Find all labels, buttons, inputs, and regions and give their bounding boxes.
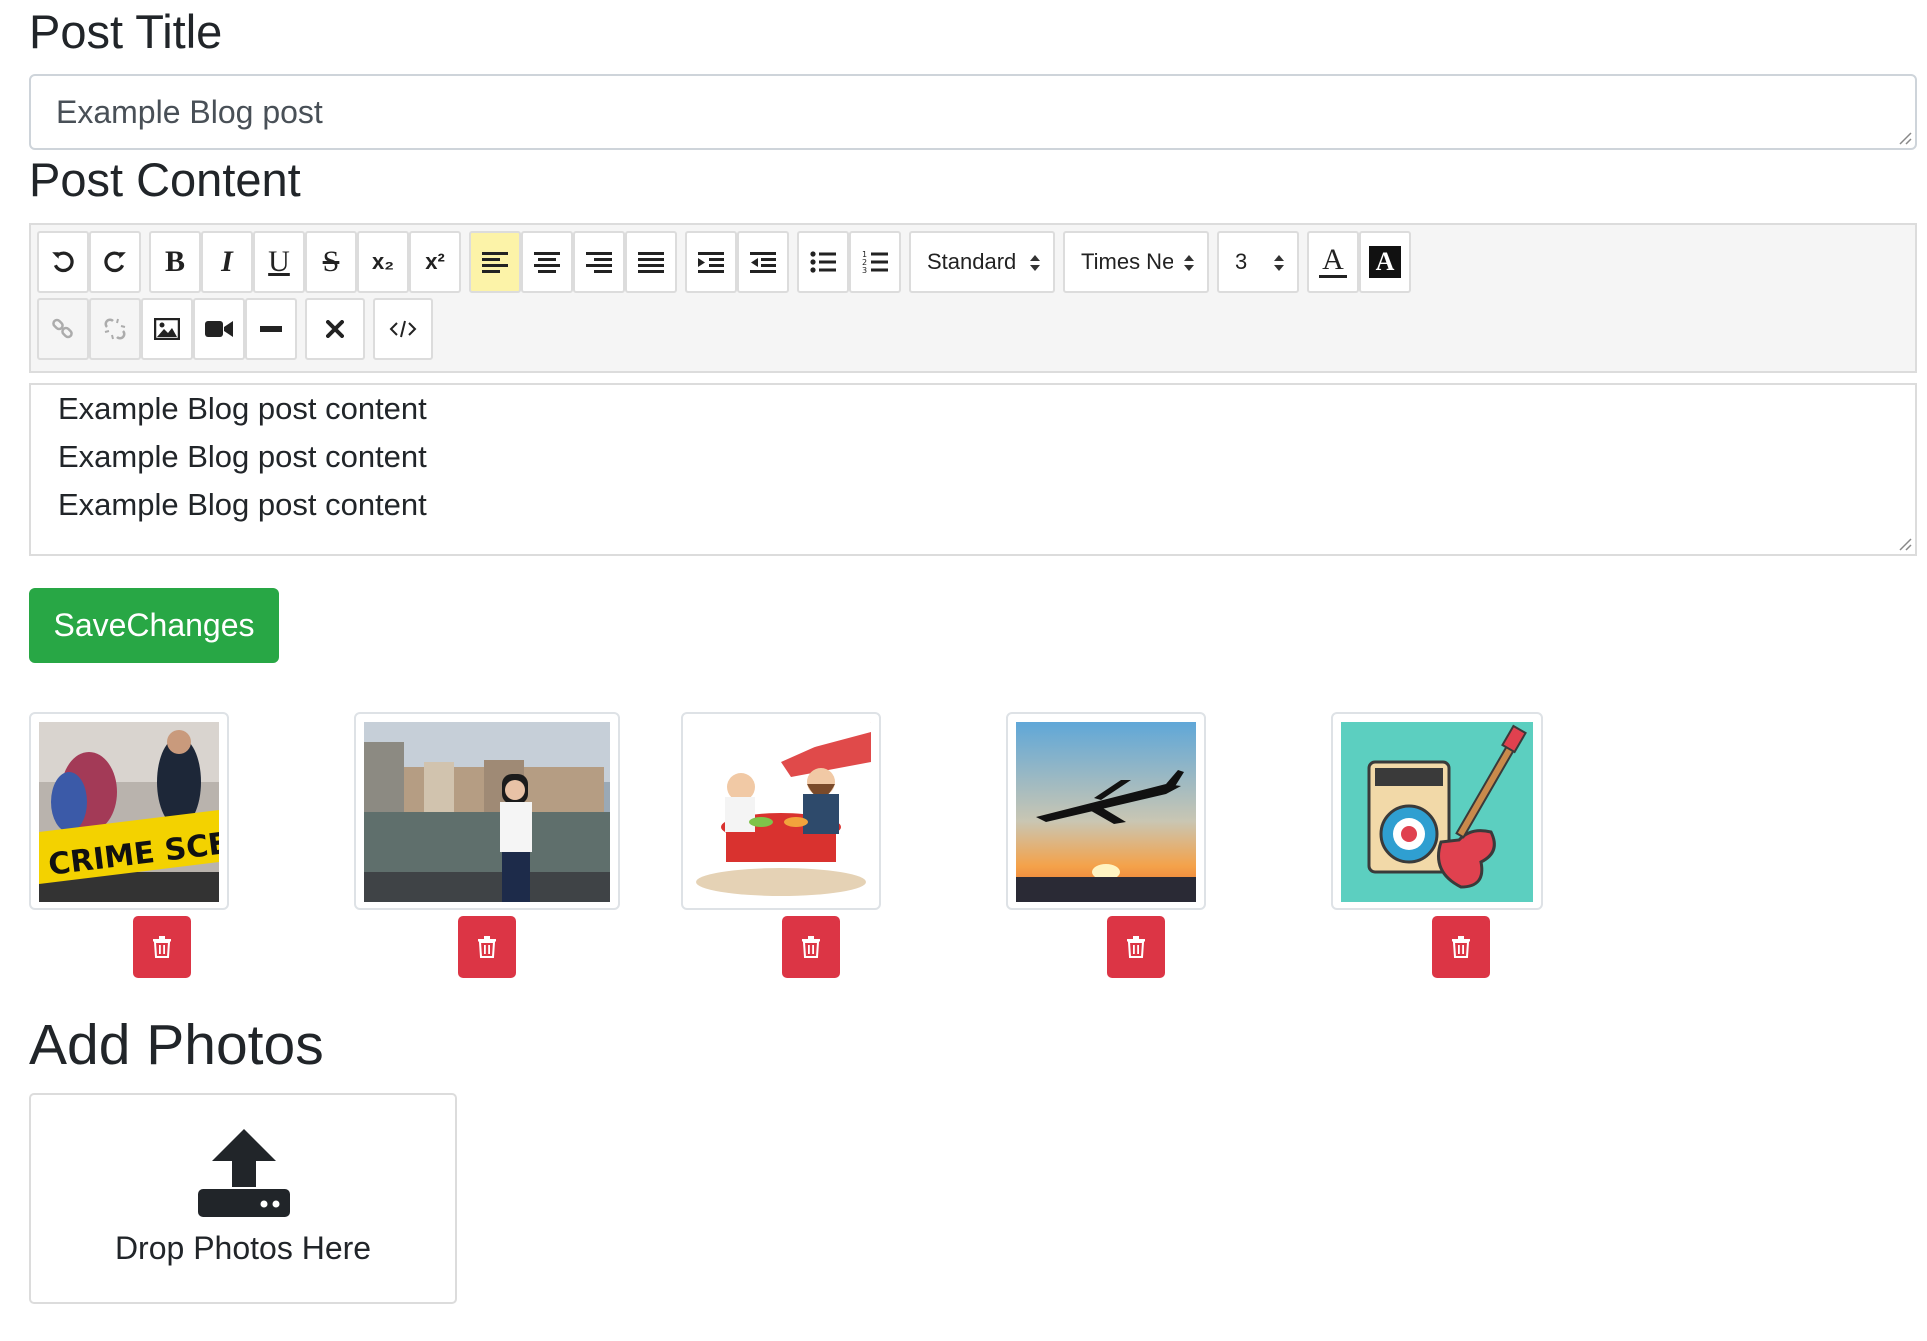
align-right-button[interactable]	[573, 231, 625, 293]
photo-thumbnail-cafe[interactable]	[681, 712, 881, 910]
select-arrows-icon	[1274, 255, 1284, 271]
remove-format-icon	[326, 320, 344, 338]
align-center-icon	[534, 252, 560, 273]
undo-icon	[52, 251, 74, 273]
delete-photo-button[interactable]	[1107, 916, 1165, 978]
superscript-icon: x²	[425, 249, 445, 274]
post-title-heading: Post Title	[29, 5, 223, 58]
align-right-icon	[586, 252, 612, 273]
select-arrows-icon	[1184, 255, 1194, 271]
align-justify-button[interactable]	[625, 231, 677, 293]
horizontal-rule-button[interactable]	[245, 298, 297, 360]
delete-photo-button[interactable]	[458, 916, 516, 978]
subscript-button[interactable]: x₂	[357, 231, 409, 293]
post-title-value: Example Blog post	[56, 93, 323, 130]
superscript-button[interactable]: x²	[409, 231, 461, 293]
guitar-amplifier-illustration	[1341, 722, 1533, 902]
font-color-icon: A	[1319, 244, 1347, 278]
remove-format-button[interactable]	[305, 298, 365, 360]
drop-photos-label: Drop Photos Here	[114, 1230, 372, 1266]
outdent-button[interactable]	[737, 231, 789, 293]
cafe-couple-illustration	[691, 722, 871, 902]
font-size-select[interactable]: 3	[1217, 231, 1299, 293]
photo-thumbnail-guitar[interactable]	[1331, 712, 1543, 910]
image-icon	[154, 318, 180, 340]
select-arrows-icon	[1030, 255, 1040, 271]
highlight-color-button[interactable]: A	[1359, 231, 1411, 293]
strikethrough-icon: S	[322, 245, 340, 278]
video-icon	[205, 321, 233, 337]
photo-thumbnail-crime-scene[interactable]: CRIME SCENE	[29, 712, 229, 910]
font-family-select[interactable]: Times New R	[1063, 231, 1209, 293]
content-line: Example Blog post content	[58, 439, 427, 474]
code-view-icon	[389, 320, 417, 338]
unlink-icon	[104, 318, 126, 340]
resize-grip-icon[interactable]	[1896, 535, 1912, 551]
woman-by-river-photo	[364, 722, 610, 902]
bullet-list-button[interactable]	[797, 231, 849, 293]
numbered-list-button[interactable]: 123	[849, 231, 901, 293]
strikethrough-button[interactable]: S	[305, 231, 357, 293]
content-line: Example Blog post content	[58, 391, 427, 426]
highlight-color-icon: A	[1369, 246, 1401, 278]
italic-button[interactable]: I	[201, 231, 253, 293]
trash-icon	[478, 936, 496, 958]
post-content-editor[interactable]: Example Blog post content Example Blog p…	[29, 383, 1917, 556]
subscript-icon: x₂	[371, 249, 394, 274]
paragraph-format-value: Standard	[927, 249, 1017, 274]
bold-button[interactable]: B	[149, 231, 201, 293]
editor-toolbar: B I U S x₂ x² 123 Standard Times N 3 A A	[29, 223, 1917, 373]
underline-icon: U	[268, 245, 290, 278]
redo-button[interactable]	[89, 231, 141, 293]
unlink-button[interactable]	[89, 298, 141, 360]
delete-photo-button[interactable]	[133, 916, 191, 978]
align-left-button[interactable]	[469, 231, 521, 293]
post-content-heading: Post Content	[29, 153, 301, 206]
align-left-icon	[482, 252, 508, 273]
code-view-button[interactable]	[373, 298, 433, 360]
save-changes-button[interactable]: SaveChanges	[29, 588, 279, 663]
insert-link-button[interactable]	[37, 298, 89, 360]
undo-button[interactable]	[37, 231, 89, 293]
photo-thumbnail-river[interactable]	[354, 712, 620, 910]
outdent-icon	[750, 252, 776, 273]
trash-icon	[1452, 936, 1470, 958]
font-size-value: 3	[1235, 249, 1248, 274]
paragraph-format-select[interactable]: Standard	[909, 231, 1055, 293]
bullet-list-icon	[810, 251, 836, 273]
numbered-list-icon: 123	[862, 250, 888, 274]
trash-icon	[802, 936, 820, 958]
photo-thumbnail-airplane[interactable]	[1006, 712, 1206, 910]
photo-dropzone[interactable]: Drop Photos Here	[29, 1093, 457, 1304]
trash-icon	[1127, 936, 1145, 958]
insert-video-button[interactable]	[193, 298, 245, 360]
content-line: Example Blog post content	[58, 487, 427, 522]
post-title-input[interactable]: Example Blog post	[29, 74, 1917, 150]
delete-photo-button[interactable]	[1432, 916, 1490, 978]
resize-grip-icon[interactable]	[1896, 129, 1912, 145]
link-icon	[52, 318, 73, 339]
align-justify-icon	[638, 252, 664, 273]
upload-icon	[198, 1129, 290, 1217]
horizontal-rule-icon	[260, 326, 282, 332]
indent-button[interactable]	[685, 231, 737, 293]
delete-photo-button[interactable]	[782, 916, 840, 978]
bold-icon: B	[164, 245, 185, 278]
add-photos-heading: Add Photos	[29, 1013, 324, 1077]
svg-text:3: 3	[862, 266, 867, 274]
airplane-sunset-photo	[1016, 722, 1196, 902]
crime-scene-photo: CRIME SCENE	[39, 722, 219, 902]
redo-icon	[104, 251, 126, 273]
italic-icon: I	[221, 245, 233, 278]
underline-button[interactable]: U	[253, 231, 305, 293]
insert-image-button[interactable]	[141, 298, 193, 360]
font-family-value: Times New R	[1081, 249, 1173, 274]
font-color-button[interactable]: A	[1307, 231, 1359, 293]
indent-icon	[698, 252, 724, 273]
align-center-button[interactable]	[521, 231, 573, 293]
trash-icon	[153, 936, 171, 958]
